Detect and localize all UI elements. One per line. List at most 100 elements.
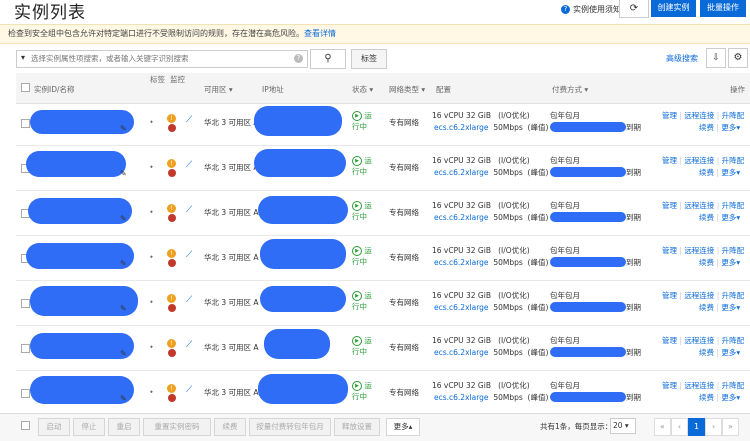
tag-icon[interactable]: ⬩ bbox=[150, 342, 153, 352]
security-badge-icon[interactable]: ! bbox=[167, 249, 176, 258]
footer-more-button[interactable]: 更多▴ bbox=[386, 418, 420, 436]
reset-password-button[interactable]: 重置实例密码 bbox=[143, 418, 211, 436]
help-circle-icon[interactable]: ? bbox=[294, 54, 303, 63]
renew-link[interactable]: 续费 bbox=[699, 303, 714, 312]
tag-icon[interactable]: ⬩ bbox=[150, 162, 153, 172]
current-page-button[interactable]: 1 bbox=[688, 418, 705, 436]
instance-type-link[interactable]: ecs.c6.2xlarge bbox=[434, 123, 489, 132]
monitor-chart-icon[interactable]: ⟋ bbox=[186, 385, 192, 395]
manage-link[interactable]: 管理 bbox=[662, 336, 677, 345]
agent-status-icon[interactable] bbox=[168, 169, 176, 177]
security-badge-icon[interactable]: ! bbox=[167, 384, 176, 393]
chevron-down-icon[interactable]: ▾ bbox=[21, 53, 25, 62]
search-input[interactable] bbox=[31, 52, 286, 65]
agent-status-icon[interactable] bbox=[168, 394, 176, 402]
instance-type-link[interactable]: ecs.c6.2xlarge bbox=[434, 303, 489, 312]
resize-link[interactable]: 升降配 bbox=[722, 246, 745, 255]
monitor-chart-icon[interactable]: ⟋ bbox=[186, 115, 192, 125]
manage-link[interactable]: 管理 bbox=[662, 111, 677, 120]
col-status[interactable]: 状态 ▾ bbox=[352, 84, 373, 95]
batch-operation-button[interactable]: 批量操作 bbox=[700, 0, 746, 17]
remote-connect-link[interactable]: 远程连接 bbox=[684, 336, 714, 345]
export-button[interactable]: ⇩ bbox=[706, 48, 726, 68]
more-dropdown[interactable]: 更多▾ bbox=[721, 123, 740, 132]
start-button[interactable]: 启动 bbox=[38, 418, 70, 436]
settings-button[interactable]: ⚙ bbox=[728, 48, 748, 68]
instance-type-link[interactable]: ecs.c6.2xlarge bbox=[434, 348, 489, 357]
renew-link[interactable]: 续费 bbox=[699, 123, 714, 132]
tag-icon[interactable]: ⬩ bbox=[150, 252, 153, 262]
search-button[interactable]: ⚲ bbox=[310, 49, 346, 69]
monitor-chart-icon[interactable]: ⟋ bbox=[186, 205, 192, 215]
renew-link[interactable]: 续费 bbox=[699, 258, 714, 267]
monitor-chart-icon[interactable]: ⟋ bbox=[186, 295, 192, 305]
advanced-search-link[interactable]: 高级搜索 bbox=[666, 53, 698, 64]
renew-link[interactable]: 续费 bbox=[699, 348, 714, 357]
resize-link[interactable]: 升降配 bbox=[722, 201, 745, 210]
row-checkbox[interactable] bbox=[21, 389, 30, 398]
instance-type-link[interactable]: ecs.c6.2xlarge bbox=[434, 393, 489, 402]
manage-link[interactable]: 管理 bbox=[662, 156, 677, 165]
row-checkbox[interactable] bbox=[21, 344, 30, 353]
per-page-select[interactable]: 20 ▾ bbox=[610, 418, 636, 434]
col-network[interactable]: 网络类型 ▾ bbox=[389, 84, 425, 95]
release-settings-button[interactable]: 释放设置 bbox=[334, 418, 380, 436]
edit-icon[interactable]: ✎ bbox=[120, 169, 127, 178]
security-badge-icon[interactable]: ! bbox=[167, 114, 176, 123]
next-page-button[interactable]: › bbox=[705, 418, 722, 436]
edit-icon[interactable]: ✎ bbox=[120, 259, 127, 268]
agent-status-icon[interactable] bbox=[168, 259, 176, 267]
convert-billing-button[interactable]: 按量付费转包年包月 bbox=[249, 418, 331, 436]
security-badge-icon[interactable]: ! bbox=[167, 339, 176, 348]
col-zone[interactable]: 可用区 ▾ bbox=[204, 84, 233, 95]
renew-link[interactable]: 续费 bbox=[699, 168, 714, 177]
restart-button[interactable]: 重启 bbox=[108, 418, 140, 436]
agent-status-icon[interactable] bbox=[168, 214, 176, 222]
resize-link[interactable]: 升降配 bbox=[722, 291, 745, 300]
refresh-button[interactable]: ⟳ bbox=[619, 0, 649, 18]
monitor-chart-icon[interactable]: ⟋ bbox=[186, 340, 192, 350]
create-instance-button[interactable]: 创建实例 bbox=[651, 0, 696, 17]
prev-page-button[interactable]: ‹ bbox=[671, 418, 688, 436]
edit-icon[interactable]: ✎ bbox=[120, 394, 127, 403]
security-badge-icon[interactable]: ! bbox=[167, 159, 176, 168]
last-page-button[interactable]: » bbox=[722, 418, 739, 436]
more-dropdown[interactable]: 更多▾ bbox=[721, 348, 740, 357]
select-all-checkbox[interactable] bbox=[21, 83, 30, 92]
instance-type-link[interactable]: ecs.c6.2xlarge bbox=[434, 213, 489, 222]
more-dropdown[interactable]: 更多▾ bbox=[721, 393, 740, 402]
security-badge-icon[interactable]: ! bbox=[167, 204, 176, 213]
agent-status-icon[interactable] bbox=[168, 349, 176, 357]
renew-button[interactable]: 续费 bbox=[214, 418, 246, 436]
remote-connect-link[interactable]: 远程连接 bbox=[684, 201, 714, 210]
tag-icon[interactable]: ⬩ bbox=[150, 117, 153, 127]
instance-type-link[interactable]: ecs.c6.2xlarge bbox=[434, 168, 489, 177]
first-page-button[interactable]: « bbox=[654, 418, 671, 436]
remote-connect-link[interactable]: 远程连接 bbox=[684, 111, 714, 120]
monitor-chart-icon[interactable]: ⟋ bbox=[186, 250, 192, 260]
agent-status-icon[interactable] bbox=[168, 304, 176, 312]
tag-icon[interactable]: ⬩ bbox=[150, 387, 153, 397]
row-checkbox[interactable] bbox=[21, 299, 30, 308]
stop-button[interactable]: 停止 bbox=[73, 418, 105, 436]
instance-type-link[interactable]: ecs.c6.2xlarge bbox=[434, 258, 489, 267]
search-box[interactable]: ▾ ? bbox=[16, 50, 308, 68]
edit-icon[interactable]: ✎ bbox=[120, 349, 127, 358]
remote-connect-link[interactable]: 远程连接 bbox=[684, 381, 714, 390]
alert-details-link[interactable]: 查看详情 bbox=[304, 29, 336, 38]
more-dropdown[interactable]: 更多▾ bbox=[721, 258, 740, 267]
security-badge-icon[interactable]: ! bbox=[167, 294, 176, 303]
tag-filter-button[interactable]: 标签 bbox=[351, 49, 387, 69]
tag-icon[interactable]: ⬩ bbox=[150, 297, 153, 307]
col-billing[interactable]: 付费方式 ▾ bbox=[552, 84, 588, 95]
resize-link[interactable]: 升降配 bbox=[722, 381, 745, 390]
manage-link[interactable]: 管理 bbox=[662, 246, 677, 255]
remote-connect-link[interactable]: 远程连接 bbox=[684, 246, 714, 255]
more-dropdown[interactable]: 更多▾ bbox=[721, 213, 740, 222]
resize-link[interactable]: 升降配 bbox=[722, 156, 745, 165]
monitor-chart-icon[interactable]: ⟋ bbox=[186, 160, 192, 170]
renew-link[interactable]: 续费 bbox=[699, 213, 714, 222]
agent-status-icon[interactable] bbox=[168, 124, 176, 132]
manage-link[interactable]: 管理 bbox=[662, 201, 677, 210]
remote-connect-link[interactable]: 远程连接 bbox=[684, 156, 714, 165]
